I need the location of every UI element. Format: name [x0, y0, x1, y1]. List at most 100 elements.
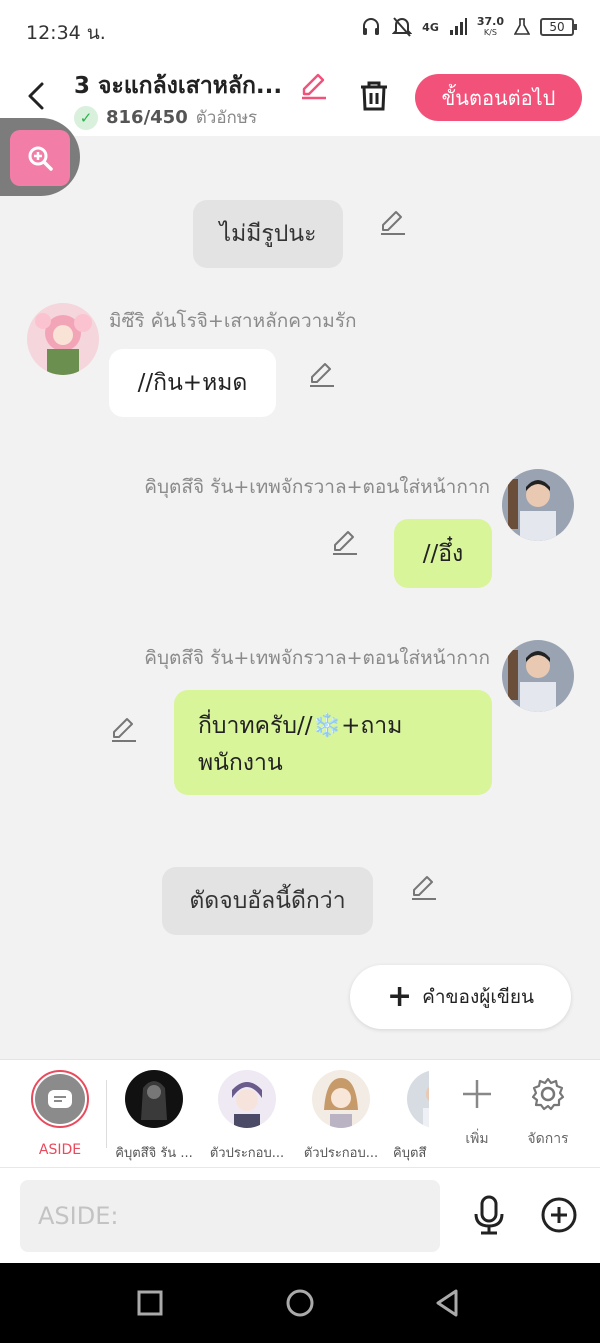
character-item[interactable]: ตัวประกอบ... [296, 1070, 386, 1163]
back-nav-button[interactable] [430, 1285, 466, 1321]
writer-note-label: คำของผู้เขียน [422, 986, 534, 1008]
snowflake-icon: ❄️ [312, 713, 342, 739]
home-button[interactable] [282, 1285, 318, 1321]
message-text-part: กี่บาทครับ// [198, 713, 313, 739]
avatar-image [125, 1070, 183, 1128]
voice-input-button[interactable] [470, 1194, 508, 1236]
system-nav-bar [0, 1263, 600, 1343]
message-line: กี่บาทครับ//❄️+ถาม [198, 708, 402, 745]
message-input[interactable] [20, 1180, 440, 1252]
bell-off-icon [392, 17, 413, 37]
character-count-row: ✓ 816/450 ตัวอักษร [74, 104, 257, 131]
pencil-icon [112, 718, 136, 742]
square-icon [137, 1290, 163, 1316]
character-item-aside[interactable]: ASIDE [15, 1070, 105, 1158]
pencil-icon [302, 73, 326, 100]
plus-icon: + [387, 979, 413, 1014]
message-text-part: +ถาม [341, 713, 403, 739]
edit-message-button[interactable] [378, 208, 408, 238]
character-label: ตัวประกอบ... [209, 1146, 285, 1161]
character-avatar [125, 1070, 183, 1128]
input-bar [0, 1167, 600, 1263]
trash-icon [361, 81, 387, 111]
message-bubble[interactable]: //กิน+หมด [109, 349, 276, 417]
episode-title: 3 จะแกล้งเสาหลัก... [74, 73, 283, 99]
triangle-back-icon [436, 1289, 458, 1317]
writer-note-button[interactable]: + คำของผู้เขียน [350, 965, 571, 1029]
aside-avatar [31, 1070, 89, 1128]
avatar-image [502, 640, 574, 712]
character-count: 816/450 [106, 107, 188, 128]
add-media-button[interactable] [540, 1196, 578, 1234]
message-bubble[interactable]: กี่บาทครับ//❄️+ถาม พนักงาน [174, 690, 492, 795]
add-character-button[interactable]: เพิ่ม [442, 1070, 512, 1150]
edit-message-button[interactable] [409, 873, 439, 903]
character-avatar [218, 1070, 276, 1128]
gear-icon [531, 1077, 565, 1111]
plus-icon [463, 1080, 491, 1108]
status-icons: 4G 37.0 K/S 50 [360, 16, 577, 38]
character-item[interactable]: ตัวประกอบ... [202, 1070, 292, 1163]
character-label: คิบุตสึ [393, 1146, 427, 1161]
pencil-icon [310, 363, 334, 387]
zoom-in-icon [28, 146, 53, 171]
check-icon: ✓ [74, 105, 98, 130]
network-type: 4G [422, 20, 439, 34]
speed-unit: K/S [483, 28, 497, 37]
headset-icon [363, 18, 380, 35]
manage-characters-button[interactable]: จัดการ [513, 1070, 583, 1150]
character-name: คิบุตสึจิ รัน+เทพจักรวาล+ตอนใส่หน้ากาก [144, 647, 490, 669]
next-step-button[interactable]: ขั้นตอนต่อไป [415, 74, 582, 121]
character-avatar [502, 469, 574, 541]
pencil-icon [412, 876, 436, 900]
edit-message-button[interactable] [330, 528, 360, 558]
character-label: ASIDE [38, 1142, 82, 1158]
edit-title-button[interactable] [298, 70, 330, 102]
status-bar: 12:34 น. 4G 37.0 K/S 50 [0, 0, 600, 60]
edit-message-button[interactable] [307, 360, 337, 390]
character-label: คิบุตสึจิ รัน ... [115, 1146, 193, 1161]
character-item[interactable]: คิบุตสึ [391, 1070, 429, 1163]
avatar-image [218, 1070, 276, 1128]
character-item[interactable]: คิบุตสึจิ รัน ... [109, 1070, 199, 1163]
avatar-image [407, 1070, 429, 1128]
message-text: กี่บาทครับ//❄️+ถาม พนักงาน [198, 708, 402, 782]
character-count-unit: ตัวอักษร [195, 108, 258, 128]
character-avatar [502, 640, 574, 712]
recent-apps-button[interactable] [132, 1285, 168, 1321]
character-avatar [312, 1070, 370, 1128]
pencil-icon [381, 211, 405, 235]
character-name: คิบุตสึจิ รัน+เทพจักรวาล+ตอนใส่หน้ากาก [144, 476, 490, 498]
zoom-handle[interactable] [0, 118, 80, 196]
character-avatar [407, 1070, 429, 1128]
chevron-left-icon [28, 82, 44, 110]
signal-icon [449, 18, 467, 35]
message-bubble[interactable]: //อึ๋ง [394, 519, 492, 588]
back-button[interactable] [20, 76, 54, 116]
character-avatar [27, 303, 99, 375]
edit-message-button[interactable] [109, 715, 139, 745]
message-line: พนักงาน [198, 750, 283, 776]
speech-bubble-icon [48, 1090, 72, 1108]
plus-circle-icon [541, 1197, 577, 1233]
delete-button[interactable] [356, 78, 392, 114]
microphone-icon [474, 1195, 504, 1235]
manage-label: จัดการ [527, 1131, 569, 1147]
speed-value: 37.0 [476, 15, 504, 28]
narration-bubble[interactable]: ตัดจบอัลนี้ดีกว่า [162, 867, 373, 935]
character-name: มิซึริ คันโรจิ+เสาหลักความรัก [109, 310, 357, 332]
character-selector: ASIDE คิบุตสึจิ รัน ... ตัวประกอบ... ตัว… [0, 1059, 600, 1167]
avatar-image [27, 303, 99, 375]
circle-icon [286, 1289, 314, 1317]
battery-level: 50 [549, 20, 565, 34]
flask-icon [514, 18, 530, 35]
add-label: เพิ่ม [465, 1131, 489, 1147]
speed-indicator: 37.0 K/S [477, 16, 504, 38]
narration-bubble[interactable]: ไม่มีรูปนะ [193, 200, 343, 268]
battery-icon: 50 [540, 18, 577, 36]
divider [106, 1080, 107, 1148]
avatar-image [312, 1070, 370, 1128]
aside-icon [35, 1074, 85, 1124]
status-time: 12:34 น. [26, 22, 106, 44]
zoom-button[interactable] [10, 130, 70, 186]
